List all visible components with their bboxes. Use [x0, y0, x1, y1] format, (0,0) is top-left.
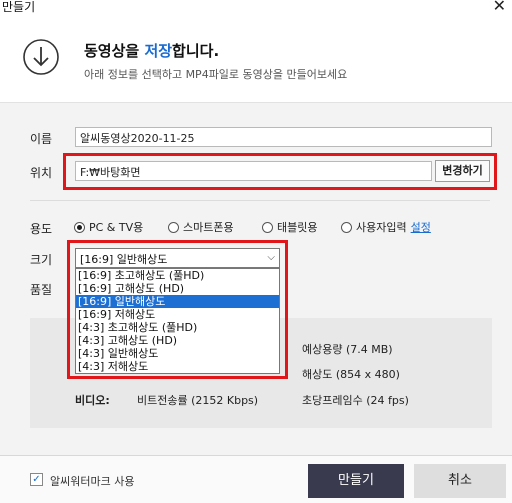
resolution: 해상도 (854 x 480) [302, 368, 400, 381]
usage-label: 용도 [30, 222, 53, 236]
usage-radio-pc-tv[interactable]: PC & TV용 [74, 219, 143, 235]
settings-link[interactable]: 설정 [411, 219, 431, 235]
usage-radio-tablet[interactable]: 태블릿용 [262, 219, 317, 235]
header-subtitle: 아래 정보를 선택하고 MP4파일로 동영상을 만들어보세요 [84, 68, 348, 81]
fps: 초당프레임수 (24 fps) [302, 394, 409, 407]
quality-label: 품질 [30, 283, 53, 297]
radio-selected-icon [74, 221, 85, 233]
usage-option-label: 스마트폰용 [183, 221, 234, 234]
window-title: 만들기 [2, 0, 36, 14]
save-video-dialog: 만들기 ✕ 동영상을 저장합니다. 아래 정보를 선택하고 MP4파일로 동영상… [0, 0, 512, 503]
usage-option-label: 사용자입력 [356, 221, 407, 234]
usage-option-label: 태블릿용 [277, 221, 318, 234]
title-bar: 만들기 ✕ [0, 0, 512, 16]
size-label: 크기 [30, 253, 53, 267]
cancel-button[interactable]: 취소 [414, 464, 506, 498]
download-arrow-circle-icon [23, 39, 59, 75]
name-label: 이름 [30, 132, 53, 146]
divider [30, 200, 490, 201]
header-title-suffix: 합니다. [172, 42, 220, 60]
radio-icon [341, 221, 352, 233]
usage-option-label: PC & TV용 [89, 221, 144, 234]
location-highlight-box [63, 153, 497, 190]
expected-size: 예상용량 (7.4 MB) [302, 343, 393, 356]
dialog-header: 동영상을 저장합니다. 아래 정보를 선택하고 MP4파일로 동영상을 만들어보… [0, 16, 512, 103]
header-title-prefix: 동영상을 [84, 42, 145, 60]
usage-radio-smartphone[interactable]: 스마트폰용 [168, 219, 234, 235]
size-highlight-box [67, 240, 288, 379]
dialog-footer: ✓ 알씨워터마크 사용 만들기 취소 [0, 455, 512, 503]
video-label: 비디오: [75, 394, 110, 407]
radio-icon [168, 221, 179, 233]
radio-icon [262, 221, 273, 233]
header-title: 동영상을 저장합니다. [84, 40, 219, 61]
usage-radio-custom[interactable]: 사용자입력 설정 [341, 219, 431, 235]
watermark-label: 알씨워터마크 사용 [50, 475, 135, 488]
create-button[interactable]: 만들기 [308, 464, 404, 498]
location-label: 위치 [30, 166, 53, 180]
header-title-accent: 저장 [144, 42, 173, 60]
name-input[interactable]: 알씨동영상2020-11-25 [75, 127, 492, 147]
bitrate: 비트전송률 (2152 Kbps) [137, 394, 259, 407]
close-icon[interactable]: ✕ [493, 0, 506, 15]
watermark-checkbox[interactable]: ✓ [30, 473, 43, 486]
